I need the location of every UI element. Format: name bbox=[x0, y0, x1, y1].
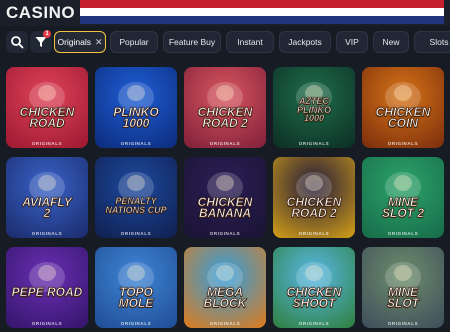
flag-banner bbox=[80, 0, 444, 24]
game-title: CHICKEN SHOOT bbox=[286, 285, 342, 311]
game-category-label: ORIGINALS bbox=[209, 231, 241, 236]
game-tile[interactable]: PEPE ROAD ORIGINALS bbox=[6, 247, 88, 328]
game-tile[interactable]: PENALTY NATIONS CUP ORIGINALS bbox=[95, 157, 177, 238]
close-icon[interactable]: ✕ bbox=[95, 37, 103, 47]
game-title: MEGA BLOCK bbox=[203, 285, 247, 311]
app-header: CASINO bbox=[0, 0, 450, 26]
game-title: MINE SLOT 2 bbox=[381, 195, 425, 221]
game-category-label: ORIGINALS bbox=[120, 321, 152, 326]
game-title: MINE SLOT bbox=[387, 285, 420, 311]
game-category-label: ORIGINALS bbox=[31, 321, 63, 326]
filter-chip-new[interactable]: New bbox=[373, 31, 409, 53]
filter-chip-label: Instant bbox=[237, 37, 263, 47]
game-tile[interactable]: CHICKEN SHOOT ORIGINALS bbox=[273, 247, 355, 328]
game-category-label: ORIGINALS bbox=[387, 321, 419, 326]
game-tile[interactable]: MINE SLOT ORIGINALS bbox=[362, 247, 444, 328]
filter-bar: 1 Originals ✕ Popular Feature Buy Instant Jac… bbox=[0, 30, 450, 54]
game-title: CHICKEN ROAD bbox=[19, 105, 75, 131]
game-title: AVIAFLY 2 bbox=[22, 195, 72, 221]
game-title: PENALTY NATIONS CUP bbox=[105, 196, 167, 215]
game-category-label: ORIGINALS bbox=[209, 141, 241, 146]
game-category-label: ORIGINALS bbox=[120, 141, 152, 146]
game-category-label: ORIGINALS bbox=[120, 231, 152, 236]
page-title: CASINO bbox=[6, 3, 76, 22]
game-title: AZTEC PLINKO 1000 bbox=[296, 96, 332, 124]
game-title: PLINKO 1000 bbox=[113, 105, 159, 131]
filter-chip-label: New bbox=[382, 37, 400, 47]
game-tile[interactable]: AVIAFLY 2 ORIGINALS bbox=[6, 157, 88, 238]
game-category-label: ORIGINALS bbox=[387, 231, 419, 236]
game-tile[interactable]: CHICKEN ROAD 2 ORIGINALS bbox=[184, 67, 266, 148]
filter-chip-label: VIP bbox=[345, 37, 359, 47]
game-category-label: ORIGINALS bbox=[387, 141, 419, 146]
game-tile[interactable]: CHICKEN ROAD 2 ORIGINALS bbox=[273, 157, 355, 238]
game-category-label: ORIGINALS bbox=[31, 231, 63, 236]
game-title: CHICKEN COIN bbox=[375, 105, 431, 131]
filter-chip-feature-buy[interactable]: Feature Buy bbox=[163, 31, 221, 53]
game-tile[interactable]: CHICKEN ROAD ORIGINALS bbox=[6, 67, 88, 148]
filter-chip-label: Originals bbox=[57, 37, 91, 47]
game-category-label: ORIGINALS bbox=[298, 141, 330, 146]
filter-chip-label: Jackpots bbox=[288, 37, 322, 47]
game-title: CHICKEN ROAD 2 bbox=[286, 195, 342, 221]
filter-chip-jackpots[interactable]: Jackpots bbox=[279, 31, 331, 53]
game-tile[interactable]: MINE SLOT 2 ORIGINALS bbox=[362, 157, 444, 238]
game-title: CHICKEN ROAD 2 bbox=[197, 105, 253, 131]
game-tile[interactable]: CHICKEN BANANA ORIGINALS bbox=[184, 157, 266, 238]
search-button[interactable] bbox=[6, 31, 28, 53]
filter-chip-label: Feature Buy bbox=[168, 37, 216, 47]
filter-chip-slots[interactable]: Slots bbox=[414, 31, 450, 53]
filter-chip-popular[interactable]: Popular bbox=[110, 31, 158, 53]
game-tile[interactable]: AZTEC PLINKO 1000 ORIGINALS bbox=[273, 67, 355, 148]
filter-chip-instant[interactable]: Instant bbox=[226, 31, 274, 53]
game-tile[interactable]: MEGA BLOCK ORIGINALS bbox=[184, 247, 266, 328]
game-category-label: ORIGINALS bbox=[209, 321, 241, 326]
game-title: TOPO MOLE bbox=[118, 285, 154, 311]
search-icon bbox=[11, 36, 24, 49]
filter-count-badge: 1 bbox=[43, 30, 51, 38]
game-category-label: ORIGINALS bbox=[298, 231, 330, 236]
filter-chip-label: Popular bbox=[119, 37, 149, 47]
filter-button[interactable]: 1 bbox=[30, 30, 52, 53]
filter-chip-vip[interactable]: VIP bbox=[336, 31, 368, 53]
game-tile[interactable]: CHICKEN COIN ORIGINALS bbox=[362, 67, 444, 148]
game-category-label: ORIGINALS bbox=[31, 141, 63, 146]
game-tile[interactable]: TOPO MOLE ORIGINALS bbox=[95, 247, 177, 328]
filter-chip-label: Slots bbox=[429, 37, 449, 47]
filter-chip-originals[interactable]: Originals ✕ bbox=[54, 31, 106, 53]
game-title: CHICKEN BANANA bbox=[197, 195, 253, 221]
game-title: PEPE ROAD bbox=[11, 285, 83, 299]
game-category-label: ORIGINALS bbox=[298, 321, 330, 326]
game-tile[interactable]: PLINKO 1000 ORIGINALS bbox=[95, 67, 177, 148]
